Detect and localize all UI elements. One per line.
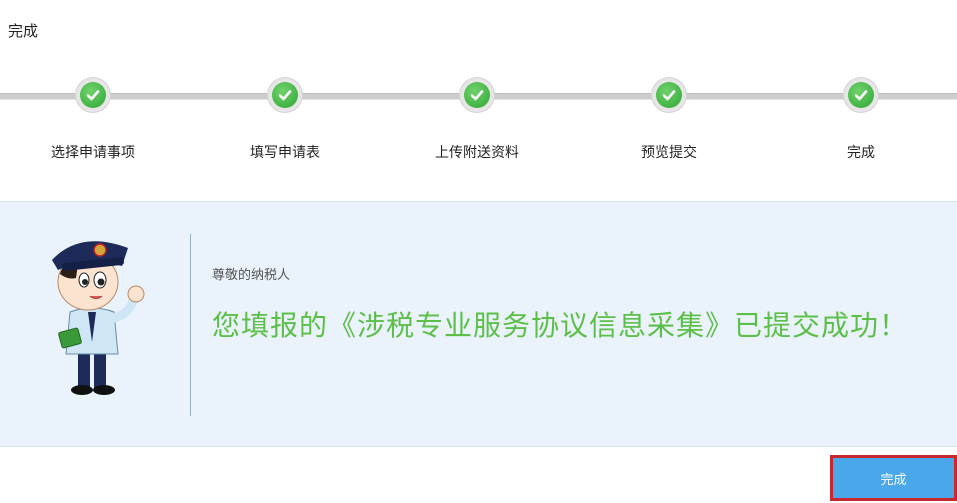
check-circle-icon [268, 78, 302, 112]
progress-steps: 选择申请事项 填写申请表 上传附送资料 预览提交 完成 [0, 78, 957, 178]
check-circle-icon [652, 78, 686, 112]
step-fill-form: 填写申请表 [205, 78, 365, 162]
step-label: 完成 [847, 145, 875, 161]
check-circle-icon [460, 78, 494, 112]
finish-button[interactable]: 完成 [833, 458, 954, 498]
step-label: 预览提交 [641, 145, 697, 161]
success-message: 您填报的《涉税专业服务协议信息采集》已提交成功！ [212, 309, 909, 342]
step-upload-materials: 上传附送资料 [397, 78, 557, 162]
step-label: 填写申请表 [250, 145, 320, 161]
vertical-divider [190, 234, 191, 416]
step-label: 选择申请事项 [51, 145, 135, 161]
finish-button-highlight: 完成 [830, 455, 957, 501]
step-select-items: 选择申请事项 [13, 78, 173, 162]
greeting-text: 尊敬的纳税人 [212, 268, 291, 283]
result-panel: 尊敬的纳税人 您填报的《涉税专业服务协议信息采集》已提交成功！ [0, 201, 957, 447]
check-circle-icon [844, 78, 878, 112]
tax-officer-mascot [52, 241, 145, 395]
step-preview-submit: 预览提交 [589, 78, 749, 162]
step-label: 上传附送资料 [435, 145, 519, 161]
step-complete: 完成 [781, 78, 941, 162]
page-title: 完成 [8, 22, 39, 40]
check-circle-icon [76, 78, 110, 112]
